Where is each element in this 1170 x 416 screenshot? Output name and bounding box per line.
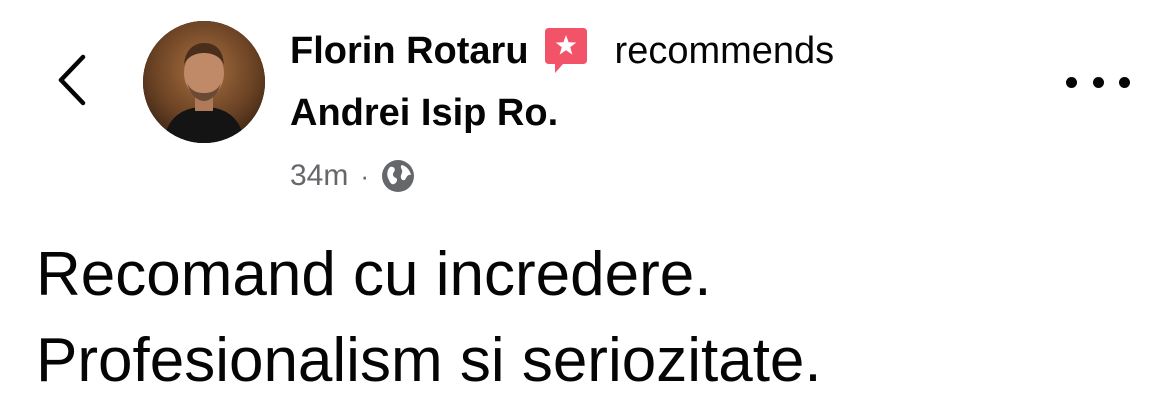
avatar-image — [143, 21, 265, 143]
more-horizontal-icon — [1066, 76, 1077, 88]
globe-icon[interactable] — [381, 159, 415, 193]
post-header-line: Florin Rotaru recommends — [290, 26, 1050, 76]
post-body: Recomand cu incredere. Profesionalism si… — [36, 232, 1136, 404]
more-horizontal-icon — [1119, 76, 1130, 88]
author-name[interactable]: Florin Rotaru — [290, 26, 529, 76]
more-options-button[interactable] — [1066, 66, 1130, 98]
recommend-badge-icon — [541, 26, 591, 76]
chevron-left-icon — [58, 54, 86, 106]
back-button[interactable] — [44, 48, 100, 112]
page-name[interactable]: Andrei Isip Ro. — [290, 88, 1050, 138]
avatar[interactable] — [143, 21, 265, 143]
post-body-line: Recomand cu incredere. — [36, 240, 712, 309]
timestamp[interactable]: 34m — [290, 159, 348, 193]
more-horizontal-icon — [1092, 76, 1104, 88]
action-text: recommends — [614, 30, 835, 72]
post-body-line: Profesionalism si seriozitate. — [36, 326, 822, 395]
post-meta: 34m · — [290, 154, 1050, 198]
meta-separator: · — [360, 160, 370, 191]
post-header: Florin Rotaru recommends Andrei Isip Ro.… — [290, 26, 1050, 198]
